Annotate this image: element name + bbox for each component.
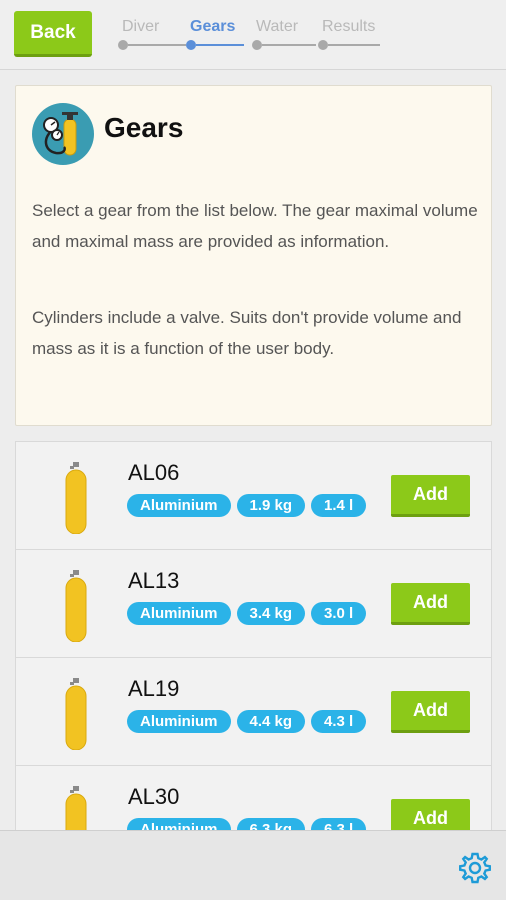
- add-button[interactable]: Add: [391, 475, 470, 517]
- material-badge: Aluminium: [127, 602, 231, 625]
- scuba-cylinder-gauge-icon: [32, 103, 94, 165]
- step-line: [262, 44, 316, 46]
- step-water-label: Water: [256, 18, 299, 35]
- page-title: Gears: [104, 112, 184, 143]
- gear-badges: Aluminium 3.4 kg 3.0 l: [127, 602, 367, 625]
- step-results[interactable]: Results: [318, 18, 388, 52]
- mass-badge: 1.9 kg: [236, 494, 306, 517]
- gear-list: AL06 Aluminium 1.9 kg 1.4 l Add AL13 Alu…: [15, 441, 492, 875]
- info-paragraph-2: Cylinders include a valve. Suits don't p…: [32, 308, 462, 358]
- step-gears-label: Gears: [190, 18, 236, 35]
- top-bar: Back Diver Gears Water Results: [0, 0, 506, 70]
- add-button[interactable]: Add: [391, 583, 470, 625]
- step-dot: [252, 40, 262, 50]
- cylinder-icon: [63, 570, 89, 643]
- step-diver-label: Diver: [122, 18, 160, 35]
- add-button[interactable]: Add: [391, 691, 470, 733]
- step-results-label: Results: [322, 18, 376, 35]
- info-card: Gears Select a gear from the list below.…: [15, 85, 492, 426]
- volume-badge: 3.0 l: [311, 602, 367, 625]
- bottom-bar: [0, 830, 506, 900]
- volume-badge: 4.3 l: [311, 710, 367, 733]
- back-button[interactable]: Back: [14, 11, 92, 57]
- step-line: [196, 44, 244, 46]
- gear-name: AL13: [128, 568, 180, 593]
- cylinder-icon: [63, 678, 89, 751]
- step-diver[interactable]: Diver: [118, 18, 186, 52]
- step-dot: [318, 40, 328, 50]
- step-gears[interactable]: Gears: [186, 18, 254, 52]
- step-water[interactable]: Water: [252, 18, 320, 52]
- gear-badges: Aluminium 1.9 kg 1.4 l: [127, 494, 367, 517]
- step-dot: [186, 40, 196, 50]
- gear-badges: Aluminium 4.4 kg 4.3 l: [127, 710, 367, 733]
- cylinder-icon: [63, 462, 89, 535]
- progress-steps: Diver Gears Water Results: [118, 18, 388, 52]
- step-line: [328, 44, 380, 46]
- step-dot: [118, 40, 128, 50]
- material-badge: Aluminium: [127, 710, 231, 733]
- mass-badge: 3.4 kg: [236, 602, 306, 625]
- list-item: AL06 Aluminium 1.9 kg 1.4 l Add: [16, 442, 491, 550]
- list-item: AL13 Aluminium 3.4 kg 3.0 l Add: [16, 550, 491, 658]
- mass-badge: 4.4 kg: [236, 710, 306, 733]
- material-badge: Aluminium: [127, 494, 231, 517]
- step-line: [128, 44, 186, 46]
- gear-name: AL19: [128, 676, 180, 701]
- gear-name: AL30: [128, 784, 180, 809]
- gear-name: AL06: [128, 460, 180, 485]
- gear-icon[interactable]: [458, 851, 492, 885]
- info-paragraph-1: Select a gear from the list below. The g…: [32, 201, 478, 251]
- list-item: AL19 Aluminium 4.4 kg 4.3 l Add: [16, 658, 491, 766]
- volume-badge: 1.4 l: [311, 494, 367, 517]
